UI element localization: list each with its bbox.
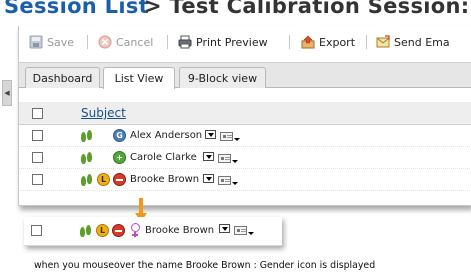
contact-card-icon[interactable] bbox=[218, 176, 231, 185]
select-all-checkbox[interactable] bbox=[32, 108, 43, 119]
mouseover-row-callout: L Brooke Brown bbox=[24, 217, 282, 246]
table-row: L Brooke Brown bbox=[19, 170, 471, 191]
chevron-down-icon[interactable] bbox=[232, 160, 238, 164]
dropdown-icon[interactable] bbox=[205, 130, 216, 139]
minus-badge-icon bbox=[113, 173, 126, 186]
dropdown-icon[interactable] bbox=[203, 174, 214, 183]
cancel-label: Cancel bbox=[116, 35, 154, 49]
tab-list-view[interactable]: List View bbox=[103, 67, 175, 89]
tab-container: Dashboard List View 9-Block view Subject… bbox=[19, 62, 471, 205]
caption-text: when you mouseover the name Brooke Brown… bbox=[34, 260, 376, 271]
export-label: Export bbox=[319, 35, 356, 49]
dropdown-icon[interactable] bbox=[219, 224, 230, 233]
toolbar-divider bbox=[167, 35, 168, 49]
column-header-subject[interactable]: Subject bbox=[81, 106, 126, 120]
send-email-label: Send Ema bbox=[394, 35, 450, 49]
collapse-panel-handle[interactable]: ◀ bbox=[2, 80, 12, 106]
contact-card-icon[interactable] bbox=[234, 226, 247, 235]
plus-badge-icon: + bbox=[113, 151, 126, 164]
toolbar: Save Cancel Print Preview Export Send Em… bbox=[19, 31, 471, 53]
minus-badge-icon bbox=[112, 224, 125, 237]
footsteps-icon bbox=[81, 130, 95, 142]
breadcrumb: Session List > Test Calibration Session: bbox=[0, 0, 471, 26]
cancel-button[interactable]: Cancel bbox=[98, 31, 153, 53]
dropdown-icon[interactable] bbox=[203, 152, 214, 161]
floppy-disk-icon bbox=[29, 35, 43, 49]
toolbar-divider bbox=[289, 35, 290, 49]
tab-9-block-view[interactable]: 9-Block view bbox=[179, 67, 266, 88]
gender-female-icon bbox=[129, 223, 141, 237]
print-preview-button[interactable]: Print Preview bbox=[178, 31, 268, 53]
table-row: G Alex Anderson bbox=[19, 126, 471, 147]
row-checkbox[interactable] bbox=[32, 174, 43, 185]
l-badge-icon: L bbox=[97, 173, 110, 186]
row-checkbox[interactable] bbox=[31, 225, 42, 236]
table-row: + Carole Clarke bbox=[19, 148, 471, 169]
save-label: Save bbox=[47, 35, 75, 49]
export-icon bbox=[301, 35, 315, 49]
chevron-down-icon[interactable] bbox=[248, 232, 254, 236]
toolbar-divider bbox=[87, 35, 88, 49]
footsteps-icon bbox=[81, 152, 95, 164]
subject-name[interactable]: Brooke Brown bbox=[145, 225, 214, 236]
subject-name[interactable]: Brooke Brown bbox=[130, 174, 199, 185]
toolbar-divider bbox=[366, 35, 367, 49]
email-icon bbox=[376, 35, 390, 49]
chevron-down-icon[interactable] bbox=[234, 138, 240, 142]
footsteps-icon bbox=[80, 225, 94, 237]
tab-dashboard[interactable]: Dashboard bbox=[25, 67, 100, 88]
chevron-down-icon[interactable] bbox=[232, 182, 238, 186]
export-button[interactable]: Export bbox=[301, 31, 355, 53]
subject-name[interactable]: Carole Clarke bbox=[130, 152, 197, 163]
row-checkbox[interactable] bbox=[32, 130, 43, 141]
contact-card-icon[interactable] bbox=[220, 132, 233, 141]
printer-icon bbox=[178, 35, 192, 49]
print-preview-label: Print Preview bbox=[196, 35, 268, 49]
row-checkbox[interactable] bbox=[32, 152, 43, 163]
save-button[interactable]: Save bbox=[29, 31, 74, 53]
l-badge-icon: L bbox=[96, 224, 109, 237]
footsteps-icon bbox=[81, 174, 95, 186]
subject-name[interactable]: Alex Anderson bbox=[130, 130, 202, 141]
send-email-button[interactable]: Send Ema bbox=[376, 31, 450, 53]
page-title: > Test Calibration Session: bbox=[144, 0, 470, 18]
g-badge-icon: G bbox=[113, 129, 126, 142]
contact-card-icon[interactable] bbox=[218, 154, 231, 163]
main-panel: Save Cancel Print Preview Export Send Em… bbox=[18, 26, 471, 206]
grid-header: Subject bbox=[19, 102, 471, 125]
session-list-link[interactable]: Session List bbox=[4, 0, 149, 18]
cancel-icon bbox=[98, 35, 112, 49]
